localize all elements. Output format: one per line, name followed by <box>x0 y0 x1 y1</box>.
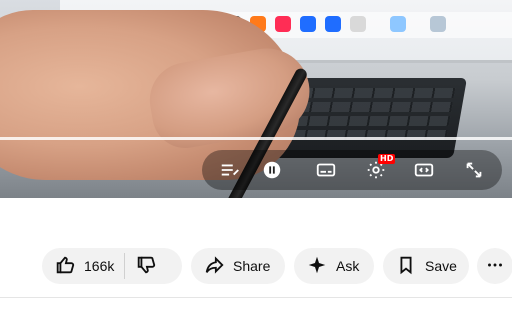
dock-app-icon <box>430 16 446 32</box>
progress-bar[interactable] <box>0 137 512 140</box>
dock-app-icon <box>350 16 366 32</box>
dock-app-icon <box>390 16 406 32</box>
pause-button[interactable] <box>260 158 284 182</box>
like-button[interactable]: 166k <box>54 254 114 279</box>
save-label: Save <box>425 258 457 274</box>
dock-app-icon <box>300 16 316 32</box>
ask-button[interactable]: Ask <box>294 248 374 284</box>
fullscreen-icon[interactable] <box>462 158 486 182</box>
bookmark-icon <box>395 254 417 279</box>
divider <box>124 253 126 279</box>
like-count: 166k <box>84 258 115 274</box>
save-button[interactable]: Save <box>383 248 469 284</box>
video-player[interactable]: HD <box>0 0 512 198</box>
settings-button[interactable]: HD <box>364 154 396 182</box>
playlist-icon[interactable] <box>218 158 242 182</box>
more-actions-button[interactable] <box>477 248 512 284</box>
progress-played <box>0 137 512 140</box>
section-divider <box>0 297 512 298</box>
more-dots-icon <box>484 254 506 279</box>
subtitles-icon[interactable] <box>314 158 338 182</box>
dock-app-icon <box>275 16 291 32</box>
player-controls: HD <box>202 150 502 190</box>
thumbs-up-icon <box>54 254 76 279</box>
ask-label: Ask <box>336 258 360 274</box>
thumbs-down-icon <box>135 256 157 279</box>
like-dislike-pill: 166k <box>42 248 182 284</box>
share-icon <box>203 254 225 279</box>
picture-in-picture-icon[interactable] <box>412 158 436 182</box>
dislike-button[interactable] <box>135 254 157 279</box>
share-button[interactable]: Share <box>191 248 285 284</box>
share-label: Share <box>233 258 271 274</box>
dock-app-icon <box>325 16 341 32</box>
sparkle-icon <box>306 254 328 279</box>
hd-badge: HD <box>378 154 396 164</box>
